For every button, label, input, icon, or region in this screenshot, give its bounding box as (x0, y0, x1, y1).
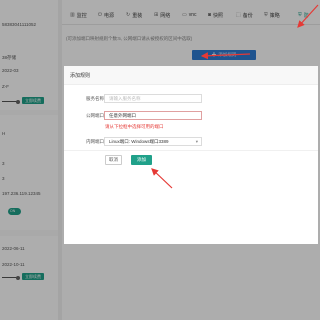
submit-add-button[interactable]: 添加 (131, 155, 152, 165)
chevron-down-icon: ▾ (195, 139, 198, 144)
public-port-input[interactable] (104, 111, 202, 120)
dialog-header: 添加规则 (64, 66, 318, 85)
service-name-label: 服务名称 (86, 96, 104, 101)
public-port-error: 请从下拉框中选择可用的端口 (105, 124, 164, 129)
dialog-title: 添加规则 (70, 73, 91, 79)
divider (64, 150, 318, 151)
add-rule-dialog: 添加规则 服务名称 公网端口 请从下拉框中选择可用的端口 内网端口 Linux端… (64, 66, 318, 244)
cancel-button[interactable]: 取消 (105, 155, 122, 165)
internal-port-label: 内网端口 (86, 139, 104, 144)
public-port-label: 公网端口 (86, 113, 104, 118)
internal-port-select[interactable]: Linux端口: Windows端口3389 ▾ (104, 137, 202, 146)
service-name-input[interactable] (104, 94, 202, 103)
